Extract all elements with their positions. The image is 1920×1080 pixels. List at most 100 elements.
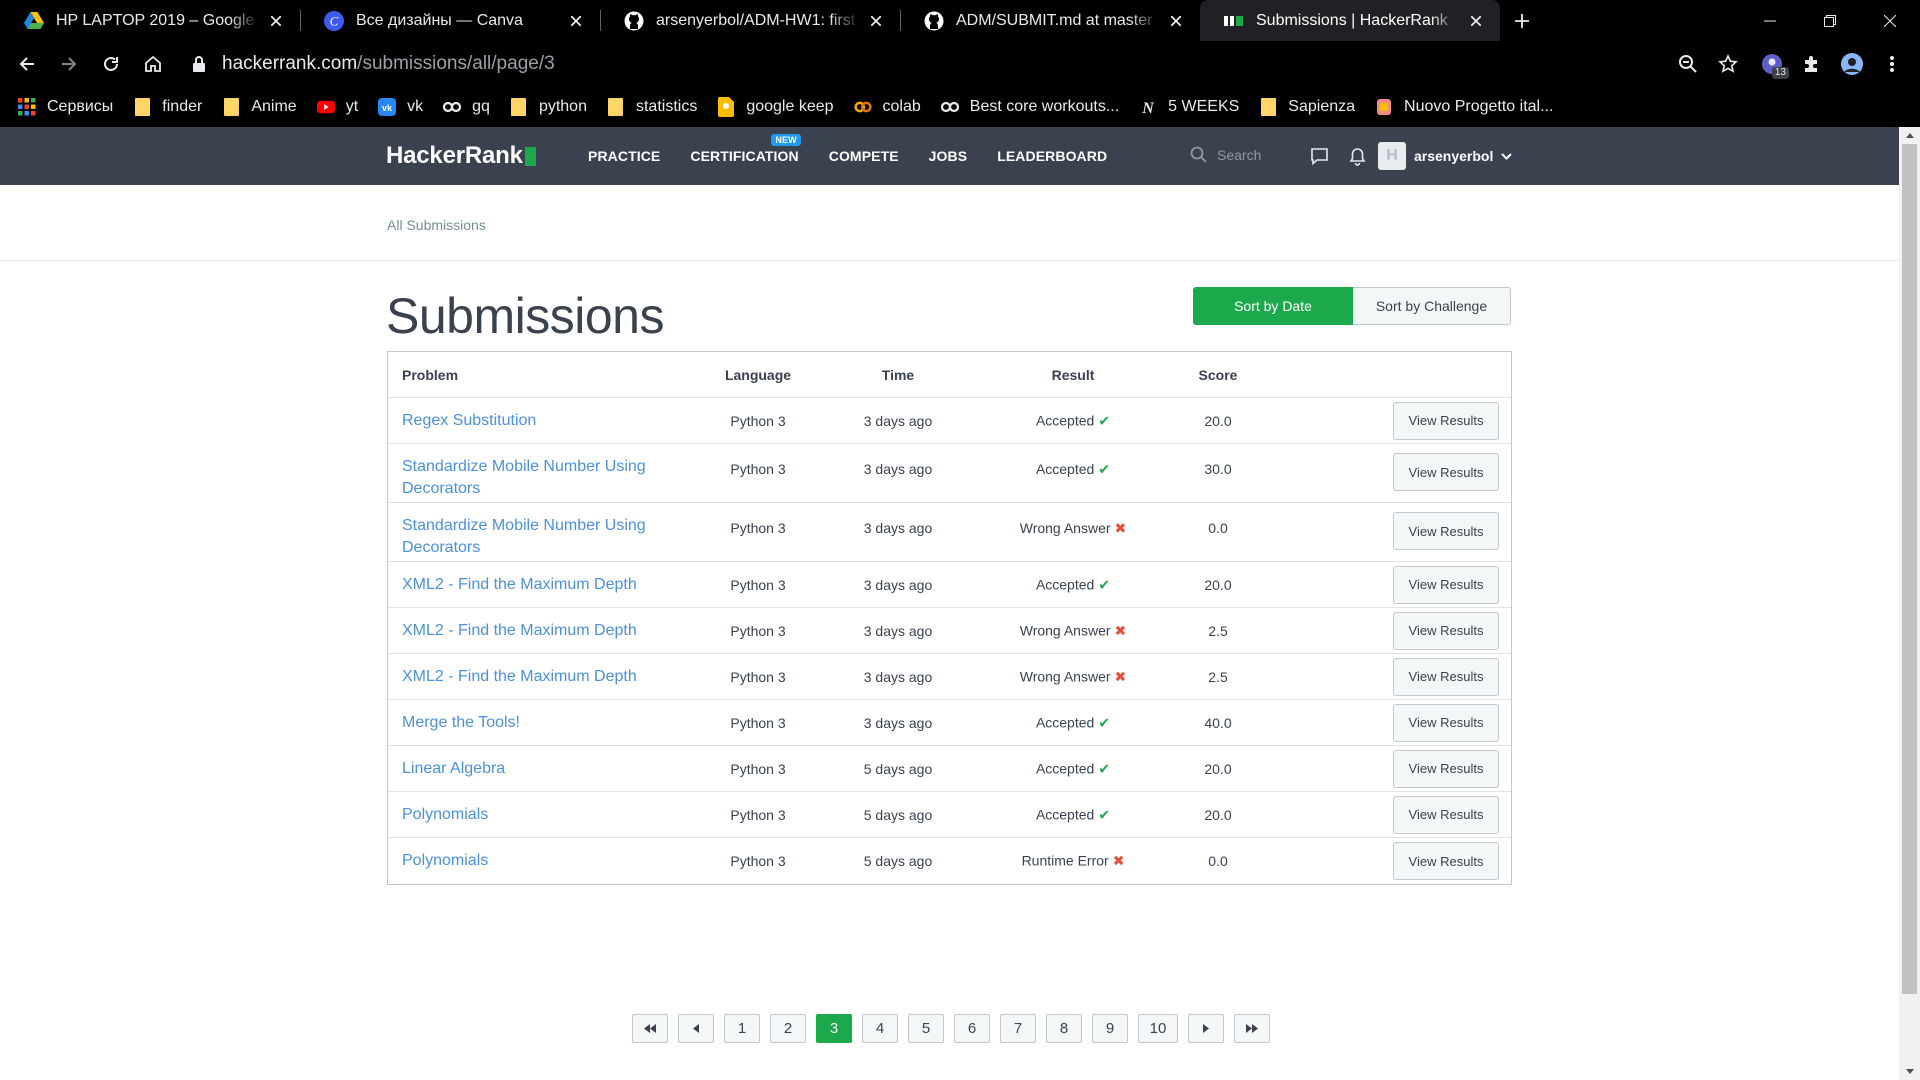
extensions-menu-button[interactable] xyxy=(1792,44,1832,84)
problem-link[interactable]: XML2 - Find the Maximum Depth xyxy=(402,622,637,639)
page-1-button[interactable]: 1 xyxy=(724,1014,760,1043)
bookmark-label: google keep xyxy=(746,98,834,115)
view-results-button[interactable]: View Results xyxy=(1393,795,1499,834)
browser-menu-button[interactable] xyxy=(1872,44,1912,84)
scroll-up-arrow[interactable] xyxy=(1899,127,1920,144)
page-10-button[interactable]: 10 xyxy=(1138,1014,1178,1043)
problem-link[interactable]: Polynomials xyxy=(402,852,488,869)
notifications-button[interactable] xyxy=(1338,144,1376,168)
score-cell: 20.0 xyxy=(1204,760,1232,777)
first-page-button[interactable] xyxy=(632,1014,668,1043)
problem-link[interactable]: Standardize Mobile Number Using Decorato… xyxy=(402,517,646,556)
bookmark-item[interactable]: Sapienza xyxy=(1259,98,1355,116)
browser-tab-2[interactable]: C Все дизайны — Canva xyxy=(300,0,600,41)
view-results-button[interactable]: View Results xyxy=(1393,453,1499,491)
tab-close-button[interactable] xyxy=(866,11,886,31)
nav-link-practice[interactable]: PRACTICE xyxy=(588,148,660,164)
problem-link[interactable]: Polynomials xyxy=(402,806,488,823)
breadcrumb[interactable]: All Submissions xyxy=(387,217,486,233)
bookmark-item[interactable]: vk vk xyxy=(378,98,423,116)
browser-tab-5[interactable]: Submissions | HackerRank xyxy=(1200,0,1500,41)
messages-button[interactable] xyxy=(1300,144,1338,168)
tab-close-button[interactable] xyxy=(266,11,286,31)
bookmark-item[interactable]: finder xyxy=(133,98,202,116)
extension-button[interactable]: 13 xyxy=(1752,44,1792,84)
bookmark-item[interactable]: python xyxy=(510,98,587,116)
problem-link[interactable]: Standardize Mobile Number Using Decorato… xyxy=(402,458,646,497)
nav-link-leaderboard[interactable]: LEADERBOARD xyxy=(997,148,1107,164)
nav-link-label: JOBS xyxy=(928,148,968,164)
forward-button[interactable] xyxy=(48,43,90,85)
page-8-button[interactable]: 8 xyxy=(1046,1014,1082,1043)
view-results-button[interactable]: View Results xyxy=(1393,703,1499,742)
view-results-button[interactable]: View Results xyxy=(1393,842,1499,880)
page-9-button[interactable]: 9 xyxy=(1092,1014,1128,1043)
view-results-button[interactable]: View Results xyxy=(1393,512,1499,550)
scroll-down-arrow[interactable] xyxy=(1899,1063,1920,1080)
reload-button[interactable] xyxy=(90,43,132,85)
sort-by-date-button[interactable]: Sort by Date xyxy=(1193,287,1353,325)
bookmark-item[interactable]: statistics xyxy=(607,98,697,116)
nav-link-compete[interactable]: COMPETE xyxy=(829,148,899,164)
page-7-button[interactable]: 7 xyxy=(1000,1014,1036,1043)
tab-close-button[interactable] xyxy=(1466,11,1486,31)
page-3-button[interactable]: 3 xyxy=(816,1014,852,1043)
problem-link[interactable]: XML2 - Find the Maximum Depth xyxy=(402,668,637,685)
page-5-button[interactable]: 5 xyxy=(908,1014,944,1043)
view-results-button[interactable]: View Results xyxy=(1393,611,1499,650)
nav-link-certification[interactable]: CERTIFICATION NEW xyxy=(690,134,801,164)
bookmark-item[interactable]: gq xyxy=(443,98,490,116)
view-results-button[interactable]: View Results xyxy=(1393,565,1499,604)
bookmark-item[interactable]: Nuovo Progetto ital... xyxy=(1375,98,1553,116)
page-6-button[interactable]: 6 xyxy=(954,1014,990,1043)
problem-link[interactable]: Regex Substitution xyxy=(402,412,536,429)
profile-button[interactable] xyxy=(1832,44,1872,84)
problem-link[interactable]: Merge the Tools! xyxy=(402,714,520,731)
address-bar[interactable]: hackerrank.com/submissions/all/page/3 xyxy=(180,44,1660,84)
bookmark-star-button[interactable] xyxy=(1708,44,1748,84)
problem-link[interactable]: XML2 - Find the Maximum Depth xyxy=(402,576,637,593)
scroll-thumb[interactable] xyxy=(1902,144,1917,994)
hackerrank-icon xyxy=(1224,11,1244,31)
restore-button[interactable] xyxy=(1800,0,1860,41)
page-4-button[interactable]: 4 xyxy=(862,1014,898,1043)
problem-cell: Merge the Tools! xyxy=(402,712,662,734)
hackerrank-logo[interactable]: HackerRank xyxy=(386,142,536,170)
next-page-button[interactable] xyxy=(1188,1014,1224,1043)
view-results-button[interactable]: View Results xyxy=(1393,401,1499,440)
bookmark-item[interactable]: Best core workouts... xyxy=(940,98,1119,116)
close-window-button[interactable] xyxy=(1860,0,1920,41)
language-cell: Python 3 xyxy=(730,461,786,477)
tab-close-button[interactable] xyxy=(1166,11,1186,31)
view-results-button[interactable]: View Results xyxy=(1393,657,1499,696)
problem-link[interactable]: Linear Algebra xyxy=(402,760,505,777)
last-page-button[interactable] xyxy=(1234,1014,1270,1043)
nav-search[interactable] xyxy=(1190,146,1317,163)
folder-icon xyxy=(1259,98,1277,116)
page-scrollbar[interactable] xyxy=(1899,127,1920,1080)
bookmark-item[interactable]: google keep xyxy=(717,97,834,117)
page-2-button[interactable]: 2 xyxy=(770,1014,806,1043)
sort-by-challenge-button[interactable]: Sort by Challenge xyxy=(1353,287,1511,325)
prev-page-button[interactable] xyxy=(678,1014,714,1043)
bookmark-item[interactable]: colab xyxy=(853,98,921,116)
bookmark-item[interactable]: Сервисы xyxy=(18,98,113,116)
nav-link-jobs[interactable]: JOBS xyxy=(929,148,968,164)
view-results-button[interactable]: View Results xyxy=(1393,749,1499,788)
bookmark-item[interactable]: N 5 WEEKS xyxy=(1139,98,1239,116)
bookmark-item[interactable]: yt xyxy=(316,98,358,116)
tab-title: HP LAPTOP 2019 – Google Диск xyxy=(56,11,260,29)
result-cell: Accepted ✔ xyxy=(983,714,1163,731)
user-menu[interactable]: H arsenyerbol xyxy=(1378,142,1513,170)
new-tab-button[interactable] xyxy=(1500,0,1544,41)
home-button[interactable] xyxy=(132,43,174,85)
back-button[interactable] xyxy=(6,43,48,85)
browser-tab-1[interactable]: HP LAPTOP 2019 – Google Диск xyxy=(0,0,300,41)
minimize-button[interactable] xyxy=(1740,0,1800,41)
tab-close-button[interactable] xyxy=(566,11,586,31)
zoom-button[interactable] xyxy=(1668,44,1708,84)
language-cell: Python 3 xyxy=(730,520,786,536)
bookmark-item[interactable]: Anime xyxy=(222,98,297,116)
browser-tab-3[interactable]: arsenyerbol/ADM-HW1: first hom xyxy=(600,0,900,41)
browser-tab-4[interactable]: ADM/SUBMIT.md at master · Crif xyxy=(900,0,1200,41)
